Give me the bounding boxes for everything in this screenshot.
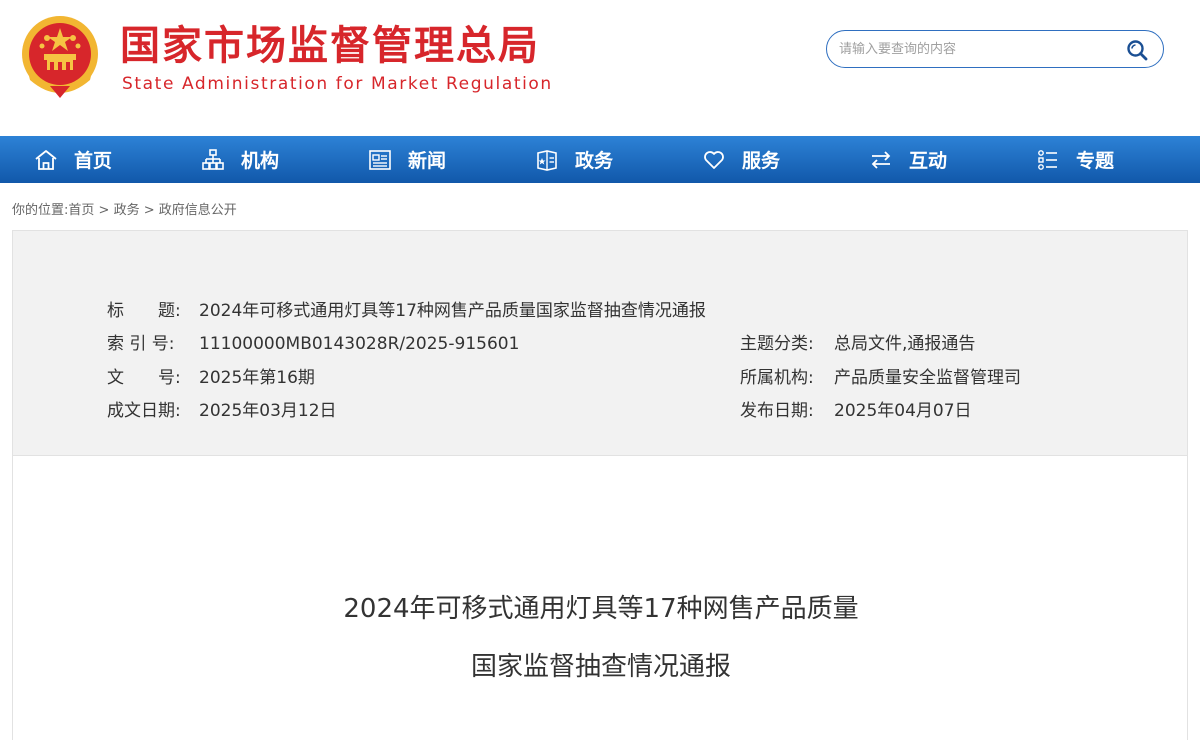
meta-created-label: 成文日期: [107, 401, 181, 421]
nav-item-label: 机构 [241, 150, 280, 172]
national-emblem-icon[interactable] [20, 14, 100, 100]
breadcrumb: 你的位置:首页 > 政务 > 政府信息公开 [12, 199, 237, 218]
breadcrumb-item-home[interactable]: 首页 [68, 203, 94, 218]
meta-index-value: 11100000MB0143028R/2025-915601 [199, 334, 520, 354]
nav-item-label: 首页 [74, 150, 113, 172]
meta-category-row: 主题分类: 总局文件,通报通告 [740, 333, 975, 355]
document-metadata: 标 题: 2024年可移式通用灯具等17种网售产品质量国家监督抽查情况通报 索 引… [12, 230, 1188, 456]
nav-item-government[interactable]: 政务 [501, 136, 668, 183]
nav-item-label: 政务 [575, 150, 614, 172]
meta-published-value: 2025年04月07日 [834, 401, 972, 421]
meta-docno-row: 文 号: 2025年第16期 [107, 367, 315, 389]
nav-item-home[interactable]: 首页 [0, 136, 167, 183]
nav-item-organization[interactable]: 机构 [167, 136, 334, 183]
meta-category-label: 主题分类: [740, 334, 814, 354]
nav-item-label: 互动 [909, 150, 948, 172]
document-title-line2: 国家监督抽查情况通报 [470, 652, 731, 682]
list-icon [1038, 149, 1057, 170]
nav-item-label: 新闻 [408, 150, 447, 172]
meta-docno-label: 文 号: [107, 368, 181, 388]
search-input[interactable] [839, 39, 1119, 59]
document-title-line1: 2024年可移式通用灯具等17种网售产品质量 [343, 594, 859, 624]
meta-published-row: 发布日期: 2025年04月07日 [740, 400, 972, 422]
breadcrumb-separator: > [139, 203, 159, 218]
search-box [826, 30, 1164, 68]
meta-created-value: 2025年03月12日 [199, 401, 337, 421]
heart-icon [704, 150, 724, 169]
nav-item-topics[interactable]: 专题 [1002, 136, 1169, 183]
meta-org-label: 所属机构: [740, 368, 814, 388]
document-content: 2024年可移式通用灯具等17种网售产品质量 国家监督抽查情况通报 [12, 456, 1188, 740]
org-chart-icon [202, 148, 224, 170]
news-icon [369, 149, 391, 170]
home-icon [35, 149, 57, 170]
meta-title-value: 2024年可移式通用灯具等17种网售产品质量国家监督抽查情况通报 [199, 301, 706, 321]
government-icon [537, 149, 557, 171]
breadcrumb-separator: > [94, 203, 114, 218]
meta-title-label: 标 题: [107, 301, 181, 321]
main-nav: 首页 机构 新闻 政务 服务 互动 专题 [0, 136, 1200, 183]
breadcrumb-item-government[interactable]: 政务 [114, 203, 140, 218]
meta-created-row: 成文日期: 2025年03月12日 [107, 400, 337, 422]
nav-item-news[interactable]: 新闻 [334, 136, 501, 183]
meta-published-label: 发布日期: [740, 401, 814, 421]
meta-docno-value: 2025年第16期 [199, 368, 315, 388]
meta-org-value: 产品质量安全监督管理司 [834, 368, 1021, 388]
nav-item-service[interactable]: 服务 [668, 136, 835, 183]
meta-title-row: 标 题: 2024年可移式通用灯具等17种网售产品质量国家监督抽查情况通报 [107, 300, 706, 322]
site-header: 国家市场监督管理总局 State Administration for Mark… [0, 0, 1200, 136]
meta-index-label: 索 引 号: [107, 334, 175, 354]
search-icon[interactable] [1125, 38, 1149, 62]
nav-item-interaction[interactable]: 互动 [835, 136, 1002, 183]
meta-org-row: 所属机构: 产品质量安全监督管理司 [740, 367, 1021, 389]
breadcrumb-item-public-info[interactable]: 政府信息公开 [159, 203, 237, 218]
exchange-icon [871, 150, 891, 169]
meta-category-value: 总局文件,通报通告 [834, 334, 976, 354]
site-title-cn: 国家市场监督管理总局 [120, 23, 540, 69]
site-title-en: State Administration for Market Regulati… [122, 74, 553, 94]
nav-item-label: 专题 [1076, 150, 1115, 172]
nav-item-label: 服务 [742, 150, 781, 172]
meta-index-row: 索 引 号: 11100000MB0143028R/2025-915601 [107, 333, 519, 355]
breadcrumb-prefix: 你的位置: [12, 203, 69, 218]
